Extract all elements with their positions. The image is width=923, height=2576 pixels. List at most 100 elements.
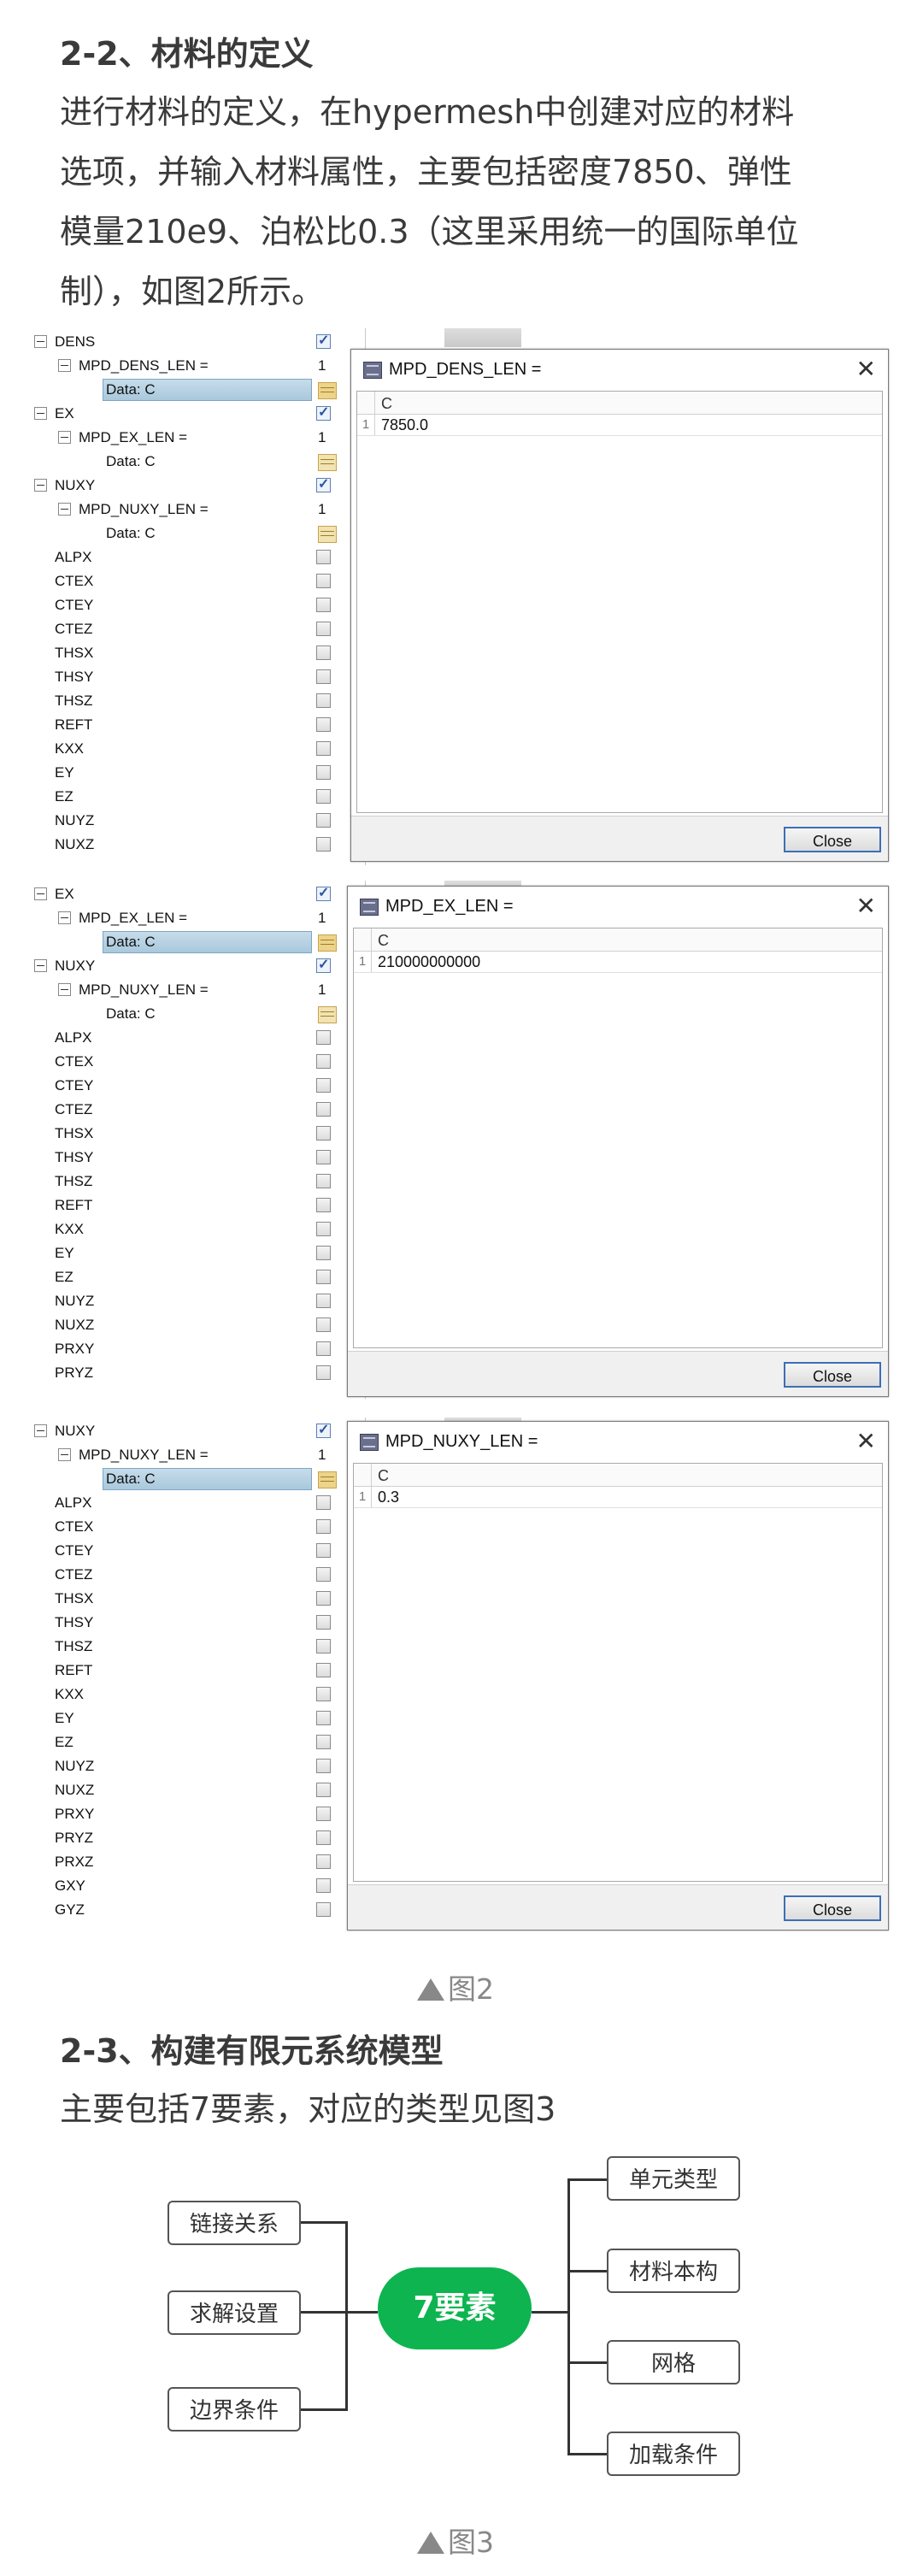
tree-row[interactable]: EZ xyxy=(34,785,363,809)
property-checkbox[interactable] xyxy=(316,598,331,612)
property-checkbox[interactable] xyxy=(316,332,331,349)
tree-row[interactable]: THSY xyxy=(34,1611,363,1635)
close-icon[interactable]: ✕ xyxy=(856,892,876,920)
tree-row[interactable]: THSX xyxy=(34,641,363,665)
tree-row[interactable]: KXX xyxy=(34,737,363,761)
property-checkbox[interactable] xyxy=(316,1663,331,1677)
collapse-icon[interactable] xyxy=(34,479,47,492)
tree-row[interactable]: CTEX xyxy=(34,1050,363,1074)
table-edit-icon[interactable] xyxy=(318,454,337,471)
table-cell-value[interactable]: 7850.0 xyxy=(381,416,428,434)
tree-row[interactable]: ALPX xyxy=(34,1491,363,1515)
tree-row[interactable]: Data: C xyxy=(34,522,363,545)
tree-row[interactable]: CTEX xyxy=(34,1515,363,1539)
tree-row[interactable]: CTEZ xyxy=(34,617,363,641)
tree-row[interactable]: THSX xyxy=(34,1122,363,1146)
tree-row[interactable]: THSY xyxy=(34,665,363,689)
property-checkbox[interactable] xyxy=(316,1807,331,1821)
tree-row[interactable]: NUYZ xyxy=(34,809,363,833)
tree-row[interactable]: NUXZ xyxy=(34,1313,363,1337)
tree-row[interactable]: Data: C xyxy=(34,1467,363,1491)
tree-row[interactable]: CTEZ xyxy=(34,1563,363,1587)
property-checkbox[interactable] xyxy=(316,645,331,660)
property-checkbox[interactable] xyxy=(316,1830,331,1845)
close-button[interactable]: Close xyxy=(784,827,881,852)
close-icon[interactable]: ✕ xyxy=(856,355,876,383)
tree-row[interactable]: NUXY xyxy=(34,1419,363,1443)
tree-row[interactable]: NUXZ xyxy=(34,833,363,857)
property-checkbox[interactable] xyxy=(316,741,331,756)
property-checkbox[interactable] xyxy=(316,669,331,684)
close-button[interactable]: Close xyxy=(784,1895,881,1921)
tree-row[interactable]: NUXZ xyxy=(34,1778,363,1802)
property-checkbox[interactable] xyxy=(316,1735,331,1749)
table-edit-icon[interactable] xyxy=(318,382,337,399)
property-checkbox[interactable] xyxy=(316,1687,331,1701)
tree-row[interactable]: THSZ xyxy=(34,1170,363,1194)
tree-row[interactable]: CTEY xyxy=(34,1539,363,1563)
property-checkbox[interactable] xyxy=(316,1317,331,1332)
table-edit-icon[interactable] xyxy=(318,1006,337,1023)
tree-row[interactable]: PRYZ xyxy=(34,1361,363,1385)
tree-row[interactable]: Data: C xyxy=(34,1002,363,1026)
table-edit-icon[interactable] xyxy=(318,1471,337,1488)
property-checkbox[interactable] xyxy=(316,1543,331,1558)
close-button[interactable]: Close xyxy=(784,1362,881,1388)
collapse-icon[interactable] xyxy=(34,887,47,900)
tree-row[interactable]: EY xyxy=(34,1241,363,1265)
property-checkbox[interactable] xyxy=(316,1421,331,1438)
tree-row[interactable]: CTEY xyxy=(34,1074,363,1098)
tree-row[interactable]: ALPX xyxy=(34,1026,363,1050)
tree-row[interactable]: MPD_NUXY_LEN = 1 xyxy=(34,498,363,522)
tree-row[interactable]: NUYZ xyxy=(34,1289,363,1313)
property-checkbox[interactable] xyxy=(316,1567,331,1582)
tree-row[interactable]: REFT xyxy=(34,1194,363,1217)
property-checkbox[interactable] xyxy=(316,1783,331,1797)
property-checkbox[interactable] xyxy=(316,1078,331,1093)
tree-row[interactable]: EX xyxy=(34,402,363,426)
column-header[interactable]: C xyxy=(378,1467,389,1485)
property-checkbox[interactable] xyxy=(316,1495,331,1510)
tree-row[interactable]: CTEZ xyxy=(34,1098,363,1122)
property-checkbox[interactable] xyxy=(316,1615,331,1630)
tree-row[interactable]: MPD_NUXY_LEN = 1 xyxy=(34,1443,363,1467)
collapse-icon[interactable] xyxy=(34,1424,47,1437)
tree-row[interactable]: NUXY xyxy=(34,954,363,978)
tree-row[interactable]: MPD_DENS_LEN = 1 xyxy=(34,354,363,378)
property-checkbox[interactable] xyxy=(316,475,331,492)
table-row[interactable]: 1 210000000000 xyxy=(354,952,882,973)
property-checkbox[interactable] xyxy=(316,1126,331,1141)
property-checkbox[interactable] xyxy=(316,1759,331,1773)
tree-row[interactable]: NUXY xyxy=(34,474,363,498)
tree-row[interactable]: CTEY xyxy=(34,593,363,617)
tree-row[interactable]: CTEX xyxy=(34,569,363,593)
property-checkbox[interactable] xyxy=(316,1902,331,1917)
property-checkbox[interactable] xyxy=(316,765,331,780)
property-checkbox[interactable] xyxy=(316,693,331,708)
property-checkbox[interactable] xyxy=(316,1878,331,1893)
property-checkbox[interactable] xyxy=(316,1711,331,1725)
tree-row[interactable]: REFT xyxy=(34,713,363,737)
collapse-icon[interactable] xyxy=(58,983,71,996)
property-checkbox[interactable] xyxy=(316,404,331,421)
tree-row[interactable]: THSZ xyxy=(34,689,363,713)
tree-row[interactable]: EX xyxy=(34,882,363,906)
property-checkbox[interactable] xyxy=(316,1222,331,1236)
property-checkbox[interactable] xyxy=(316,1246,331,1260)
close-icon[interactable]: ✕ xyxy=(856,1427,876,1455)
column-header[interactable]: C xyxy=(378,932,389,950)
property-checkbox[interactable] xyxy=(316,884,331,901)
property-checkbox[interactable] xyxy=(316,1054,331,1069)
tree-row[interactable]: PRXZ xyxy=(34,1850,363,1874)
tree-row[interactable]: KXX xyxy=(34,1683,363,1707)
property-checkbox[interactable] xyxy=(316,1294,331,1308)
tree-row[interactable]: Data: C xyxy=(34,450,363,474)
table-cell-value[interactable]: 0.3 xyxy=(378,1488,399,1506)
property-checkbox[interactable] xyxy=(316,1030,331,1045)
property-checkbox[interactable] xyxy=(316,574,331,588)
tree-row[interactable]: THSX xyxy=(34,1587,363,1611)
property-checkbox[interactable] xyxy=(316,1270,331,1284)
tree-row[interactable]: THSY xyxy=(34,1146,363,1170)
collapse-icon[interactable] xyxy=(58,503,71,516)
tree-row[interactable]: MPD_EX_LEN = 1 xyxy=(34,906,363,930)
